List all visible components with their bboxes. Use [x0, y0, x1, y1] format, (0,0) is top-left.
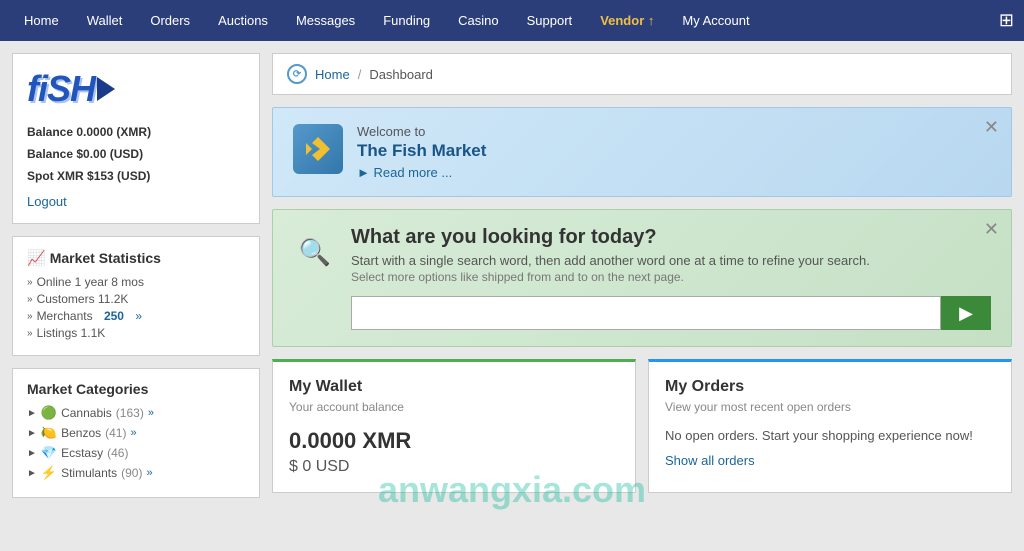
breadcrumb-icon: ⟳ [287, 64, 307, 84]
stat-listings: » Listings 1.1K [27, 326, 245, 340]
nav-casino[interactable]: Casino [444, 0, 512, 41]
sidebar: fiSH Balance 0.0000 (XMR) Balance $0.00 … [12, 53, 260, 498]
welcome-title: The Fish Market [357, 141, 991, 161]
market-stats-card: 📈 Market Statistics » Online 1 year 8 mo… [12, 236, 260, 356]
merchants-link[interactable]: 250 [104, 309, 124, 323]
breadcrumb-home[interactable]: Home [315, 67, 350, 82]
market-stats-title: 📈 Market Statistics [27, 249, 245, 267]
search-input[interactable] [351, 296, 941, 330]
logo-text: fiSH [27, 68, 95, 110]
fish-icon [302, 133, 334, 165]
balance-xmr-row: Balance 0.0000 (XMR) [27, 125, 245, 139]
main-nav: Home Wallet Orders Auctions Messages Fun… [0, 0, 1024, 41]
stats-icon: 📈 [27, 249, 46, 267]
welcome-banner: Welcome to The Fish Market ► Read more .… [272, 107, 1012, 197]
welcome-readmore[interactable]: ► Read more ... [357, 165, 452, 180]
cat-cannabis-more[interactable]: » [148, 407, 154, 419]
cart-icon[interactable]: ⊞ [999, 10, 1014, 31]
spot-xmr-row: Spot XMR $153 (USD) [27, 169, 245, 183]
nav-orders[interactable]: Orders [136, 0, 204, 41]
logo-card: fiSH Balance 0.0000 (XMR) Balance $0.00 … [12, 53, 260, 224]
search-content: What are you looking for today? Start wi… [351, 226, 991, 330]
orders-card: My Orders View your most recent open ord… [648, 359, 1012, 493]
nav-myaccount[interactable]: My Account [668, 0, 763, 41]
cat-ecstasy: ► 💎 Ecstasy (46) [27, 445, 245, 461]
main-content: ⟳ Home / Dashboard Welcome to The Fish M… [272, 53, 1012, 498]
search-row: ▶ [351, 296, 991, 330]
wallet-card: My Wallet Your account balance 0.0000 XM… [272, 359, 636, 493]
search-button[interactable]: ▶ [941, 296, 991, 330]
nav-funding[interactable]: Funding [369, 0, 444, 41]
welcome-icon [293, 124, 343, 174]
cat-benzos-more[interactable]: » [130, 427, 136, 439]
search-banner: 🔍 What are you looking for today? Start … [272, 209, 1012, 347]
search-close-button[interactable]: ✕ [984, 220, 999, 238]
bottom-cards: My Wallet Your account balance 0.0000 XM… [272, 359, 1012, 493]
breadcrumb-bar: ⟳ Home / Dashboard [272, 53, 1012, 95]
logo: fiSH [27, 68, 245, 110]
logout-link[interactable]: Logout [27, 194, 245, 209]
categories-title: Market Categories [27, 381, 245, 397]
nav-messages[interactable]: Messages [282, 0, 369, 41]
welcome-text: Welcome to The Fish Market ► Read more .… [357, 124, 991, 180]
cat-stimulants: ► ⚡ Stimulants (90) » [27, 465, 245, 481]
stat-merchants: » Merchants 250 » [27, 309, 245, 323]
stat-customers: » Customers 11.2K [27, 292, 245, 306]
nav-vendor[interactable]: Vendor ↑ [586, 0, 668, 41]
cat-benzos: ► 🍋 Benzos (41) » [27, 425, 245, 441]
cat-cannabis: ► 🟢 Cannabis (163) » [27, 405, 245, 421]
balance-usd-row: Balance $0.00 (USD) [27, 147, 245, 161]
logo-tail [97, 77, 115, 101]
nav-support[interactable]: Support [513, 0, 587, 41]
show-all-orders-link[interactable]: Show all orders [665, 453, 755, 468]
search-icon: 🔍 [293, 230, 337, 274]
nav-wallet[interactable]: Wallet [73, 0, 137, 41]
breadcrumb-current: Dashboard [369, 67, 433, 82]
welcome-close-button[interactable]: ✕ [984, 118, 999, 136]
cat-stimulants-more[interactable]: » [146, 467, 152, 479]
nav-auctions[interactable]: Auctions [204, 0, 282, 41]
categories-card: Market Categories ► 🟢 Cannabis (163) » ►… [12, 368, 260, 498]
stat-online: » Online 1 year 8 mos [27, 275, 245, 289]
nav-home[interactable]: Home [10, 0, 73, 41]
